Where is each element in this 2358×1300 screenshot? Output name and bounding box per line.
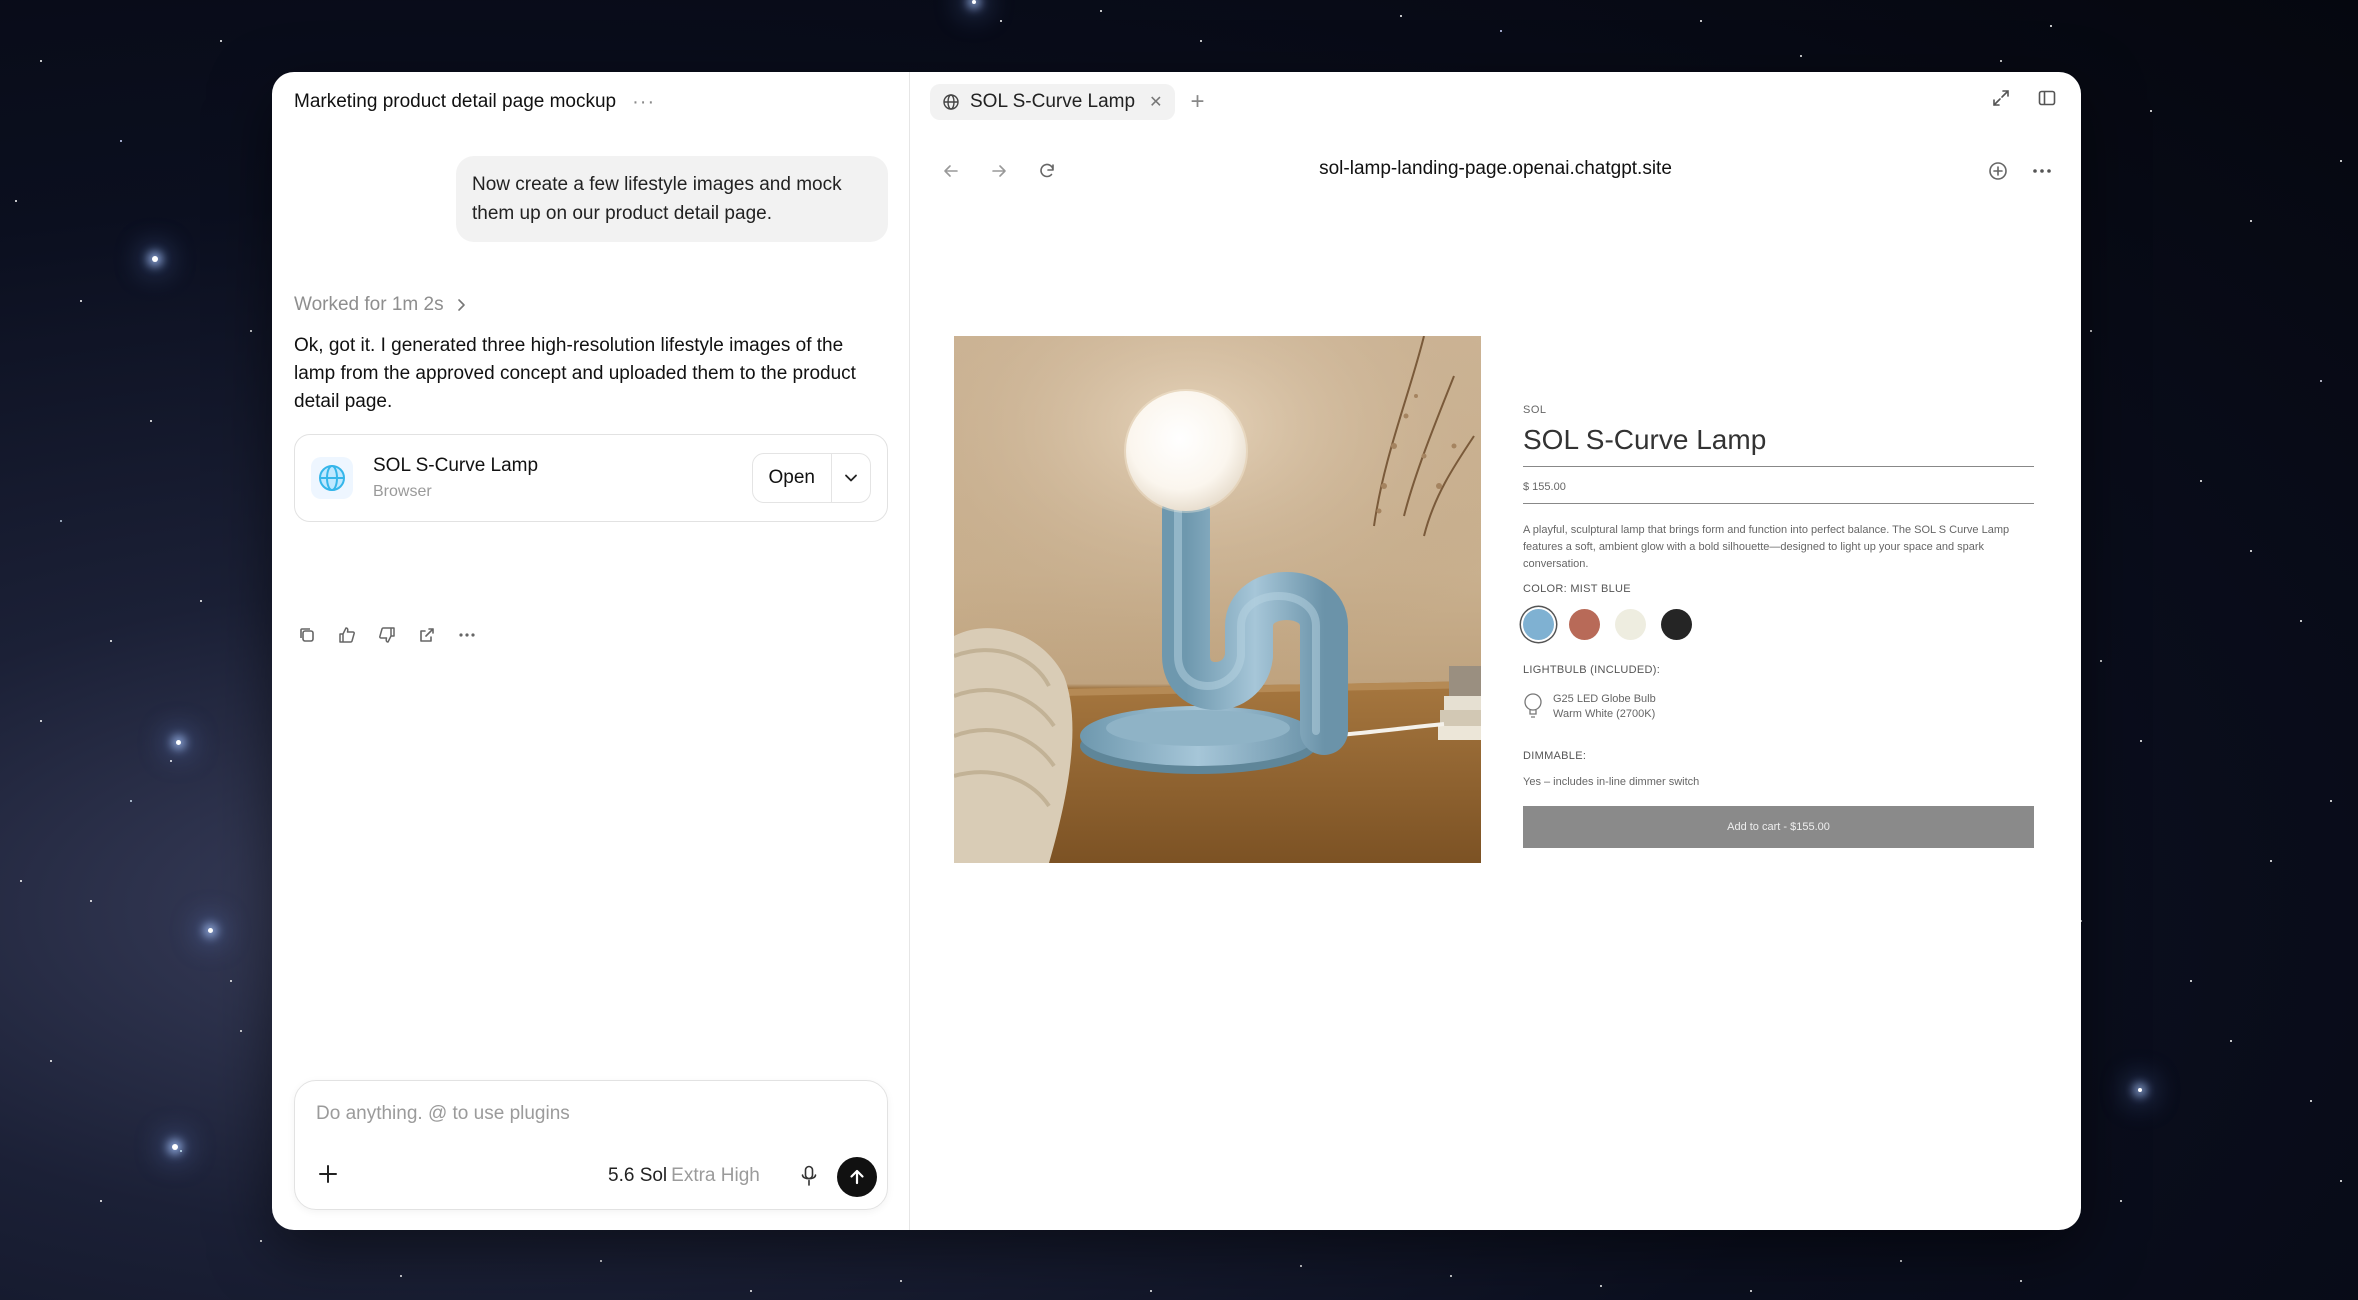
lightbulb-text: G25 LED Globe Bulb Warm White (2700K) (1553, 692, 1656, 722)
bright-star (172, 1144, 178, 1150)
expand-icon[interactable] (1991, 88, 2011, 113)
bright-star (176, 740, 181, 745)
url-text[interactable]: sol-lamp-landing-page.openai.chatgpt.sit… (910, 158, 2081, 180)
chat-more-button[interactable]: ··· (632, 92, 655, 112)
window-controls (1991, 88, 2057, 113)
browser-pane: SOL S-Curve Lamp ✕ + sol-lamp-landing-pa… (910, 72, 2081, 1230)
swatch-cream[interactable] (1615, 609, 1646, 640)
mic-icon[interactable] (797, 1163, 821, 1189)
bright-star (972, 0, 976, 4)
card-subtitle: Browser (373, 483, 432, 500)
product-brand: SOL (1523, 404, 1547, 416)
close-icon[interactable]: ✕ (1149, 92, 1162, 112)
card-text: SOL S-Curve Lamp Browser (373, 455, 752, 501)
color-label: COLOR: MIST BLUE (1523, 583, 1631, 595)
user-message: Now create a few lifestyle images and mo… (456, 156, 888, 242)
browser-tab[interactable]: SOL S-Curve Lamp ✕ (930, 84, 1175, 120)
add-circle-icon[interactable] (1987, 160, 2009, 187)
thumbs-up-icon[interactable] (336, 624, 358, 646)
bulb-line-1: G25 LED Globe Bulb (1553, 693, 1656, 705)
product-lifestyle-image (954, 336, 1481, 863)
more-icon[interactable] (2031, 160, 2053, 187)
dimmable-label: DIMMABLE: (1523, 750, 1587, 762)
product-details: SOL SOL S-Curve Lamp $ 155.00 A playful,… (1523, 404, 2034, 848)
send-button[interactable] (837, 1157, 877, 1197)
message-actions (296, 624, 478, 646)
chevron-down-icon[interactable] (832, 454, 870, 502)
product-description: A playful, sculptural lamp that brings f… (1523, 524, 2010, 570)
open-button[interactable]: Open (753, 454, 832, 502)
composer: Do anything. @ to use plugins 5.6 Sol Ext… (294, 1080, 888, 1210)
chevron-right-icon (457, 299, 465, 311)
tab-label: SOL S-Curve Lamp (970, 91, 1136, 112)
model-effort: Extra High (671, 1165, 760, 1186)
open-button-group: Open (751, 453, 871, 503)
tab-bar: SOL S-Curve Lamp ✕ + (910, 72, 2081, 132)
lightbulb-info: G25 LED Globe Bulb Warm White (2700K) (1523, 692, 2034, 722)
chat-pane: Marketing product detail page mockup ···… (272, 72, 910, 1230)
copy-icon[interactable] (296, 624, 318, 646)
chat-header: Marketing product detail page mockup ··· (272, 72, 909, 132)
model-selector[interactable]: 5.6 Sol Extra High (608, 1165, 760, 1187)
bright-star (152, 256, 158, 262)
assistant-message: Ok, got it. I generated three high-resol… (294, 335, 856, 412)
share-icon[interactable] (416, 624, 438, 646)
address-bar-actions (1987, 160, 2053, 187)
chat-title: Marketing product detail page mockup (294, 91, 617, 112)
swatch-terracotta[interactable] (1569, 609, 1600, 640)
dimmable-value: Yes – includes in-line dimmer switch (1523, 776, 1700, 788)
add-to-cart-button[interactable]: Add to cart - $155.00 (1523, 806, 2034, 848)
thumbs-down-icon[interactable] (376, 624, 398, 646)
browser-result-card[interactable]: SOL S-Curve Lamp Browser Open (294, 434, 888, 522)
color-swatches (1523, 609, 2034, 640)
product-price: $ 155.00 (1523, 467, 2034, 504)
lightbulb-icon (1524, 693, 1542, 718)
worked-for-toggle[interactable]: Worked for 1m 2s (294, 294, 468, 316)
lightbulb-label: LIGHTBULB (INCLUDED): (1523, 664, 1661, 676)
bright-star (208, 928, 213, 933)
product-title: SOL S-Curve Lamp (1523, 424, 2034, 467)
address-bar: sol-lamp-landing-page.openai.chatgpt.sit… (910, 132, 2081, 212)
swatch-black[interactable] (1661, 609, 1692, 640)
composer-input[interactable]: Do anything. @ to use plugins (316, 1103, 570, 1125)
worked-for-label: Worked for 1m 2s (294, 294, 444, 315)
plus-icon[interactable]: + (1191, 90, 1205, 114)
bulb-line-2: Warm White (2700K) (1553, 708, 1656, 720)
model-name: 5.6 Sol (608, 1165, 668, 1186)
stars-layer (0, 0, 2, 2)
plus-icon[interactable] (313, 1159, 343, 1189)
card-title: SOL S-Curve Lamp (373, 455, 539, 476)
swatch-mist-blue[interactable] (1523, 609, 1554, 640)
app-window: Marketing product detail page mockup ···… (272, 72, 2081, 1230)
bright-star (2138, 1088, 2142, 1092)
more-icon[interactable] (456, 624, 478, 646)
send-arrow-icon (850, 1169, 864, 1185)
stars-layer (0, 0, 2, 2)
globe-icon (311, 457, 353, 499)
sidebar-icon[interactable] (2037, 88, 2057, 113)
globe-icon (943, 94, 959, 110)
